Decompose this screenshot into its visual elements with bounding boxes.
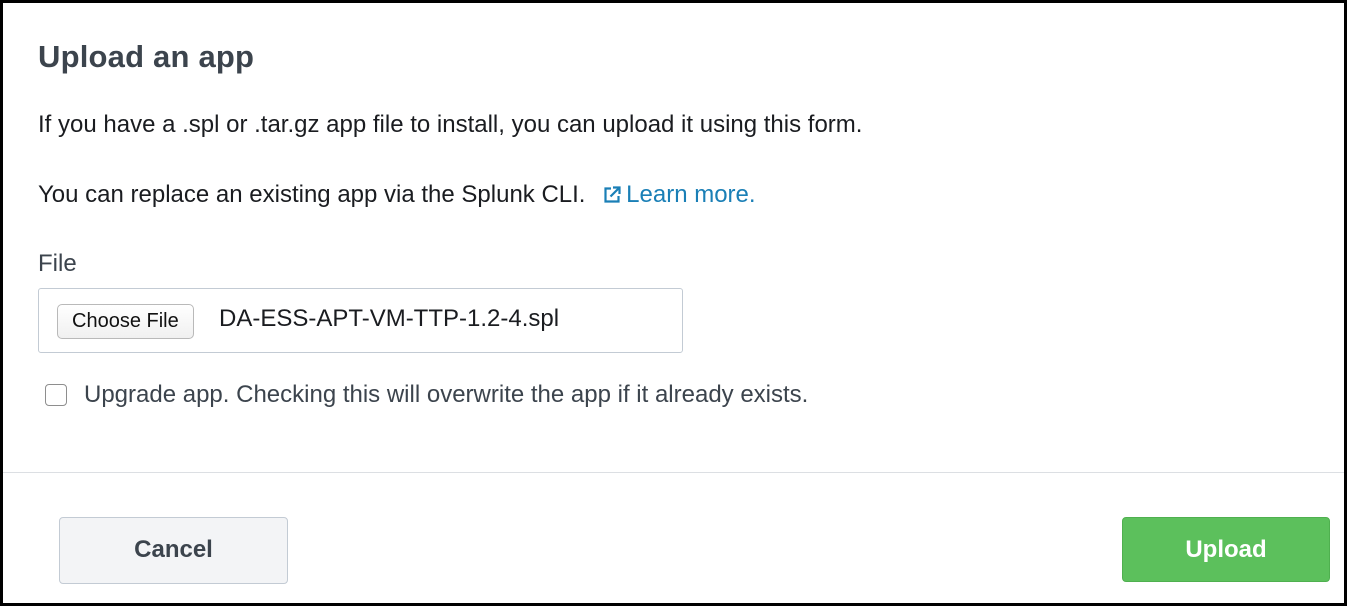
replace-info: You can replace an existing app via the … — [38, 181, 756, 209]
cancel-button[interactable]: Cancel — [59, 517, 288, 584]
upload-button[interactable]: Upload — [1122, 517, 1330, 582]
learn-more-label: Learn more. — [626, 181, 756, 208]
selected-file-name: DA-ESS-APT-VM-TTP-1.2-4.spl — [219, 305, 560, 332]
upgrade-checkbox[interactable] — [45, 384, 67, 406]
upgrade-option[interactable]: Upgrade app. Checking this will overwrit… — [45, 381, 808, 409]
upload-app-dialog: Upload an app If you have a .spl or .tar… — [0, 0, 1347, 606]
file-input[interactable]: Choose File DA-ESS-APT-VM-TTP-1.2-4.spl — [38, 288, 683, 353]
choose-file-button[interactable]: Choose File — [57, 304, 194, 339]
footer-divider — [3, 472, 1344, 473]
learn-more-link[interactable]: Learn more. — [602, 181, 756, 208]
description-text: If you have a .spl or .tar.gz app file t… — [38, 111, 863, 138]
replace-text: You can replace an existing app via the … — [38, 181, 586, 208]
upgrade-checkbox-label[interactable]: Upgrade app. Checking this will overwrit… — [84, 381, 808, 409]
external-link-icon — [604, 186, 621, 203]
file-field-label: File — [38, 250, 77, 277]
dialog-title: Upload an app — [38, 39, 255, 74]
